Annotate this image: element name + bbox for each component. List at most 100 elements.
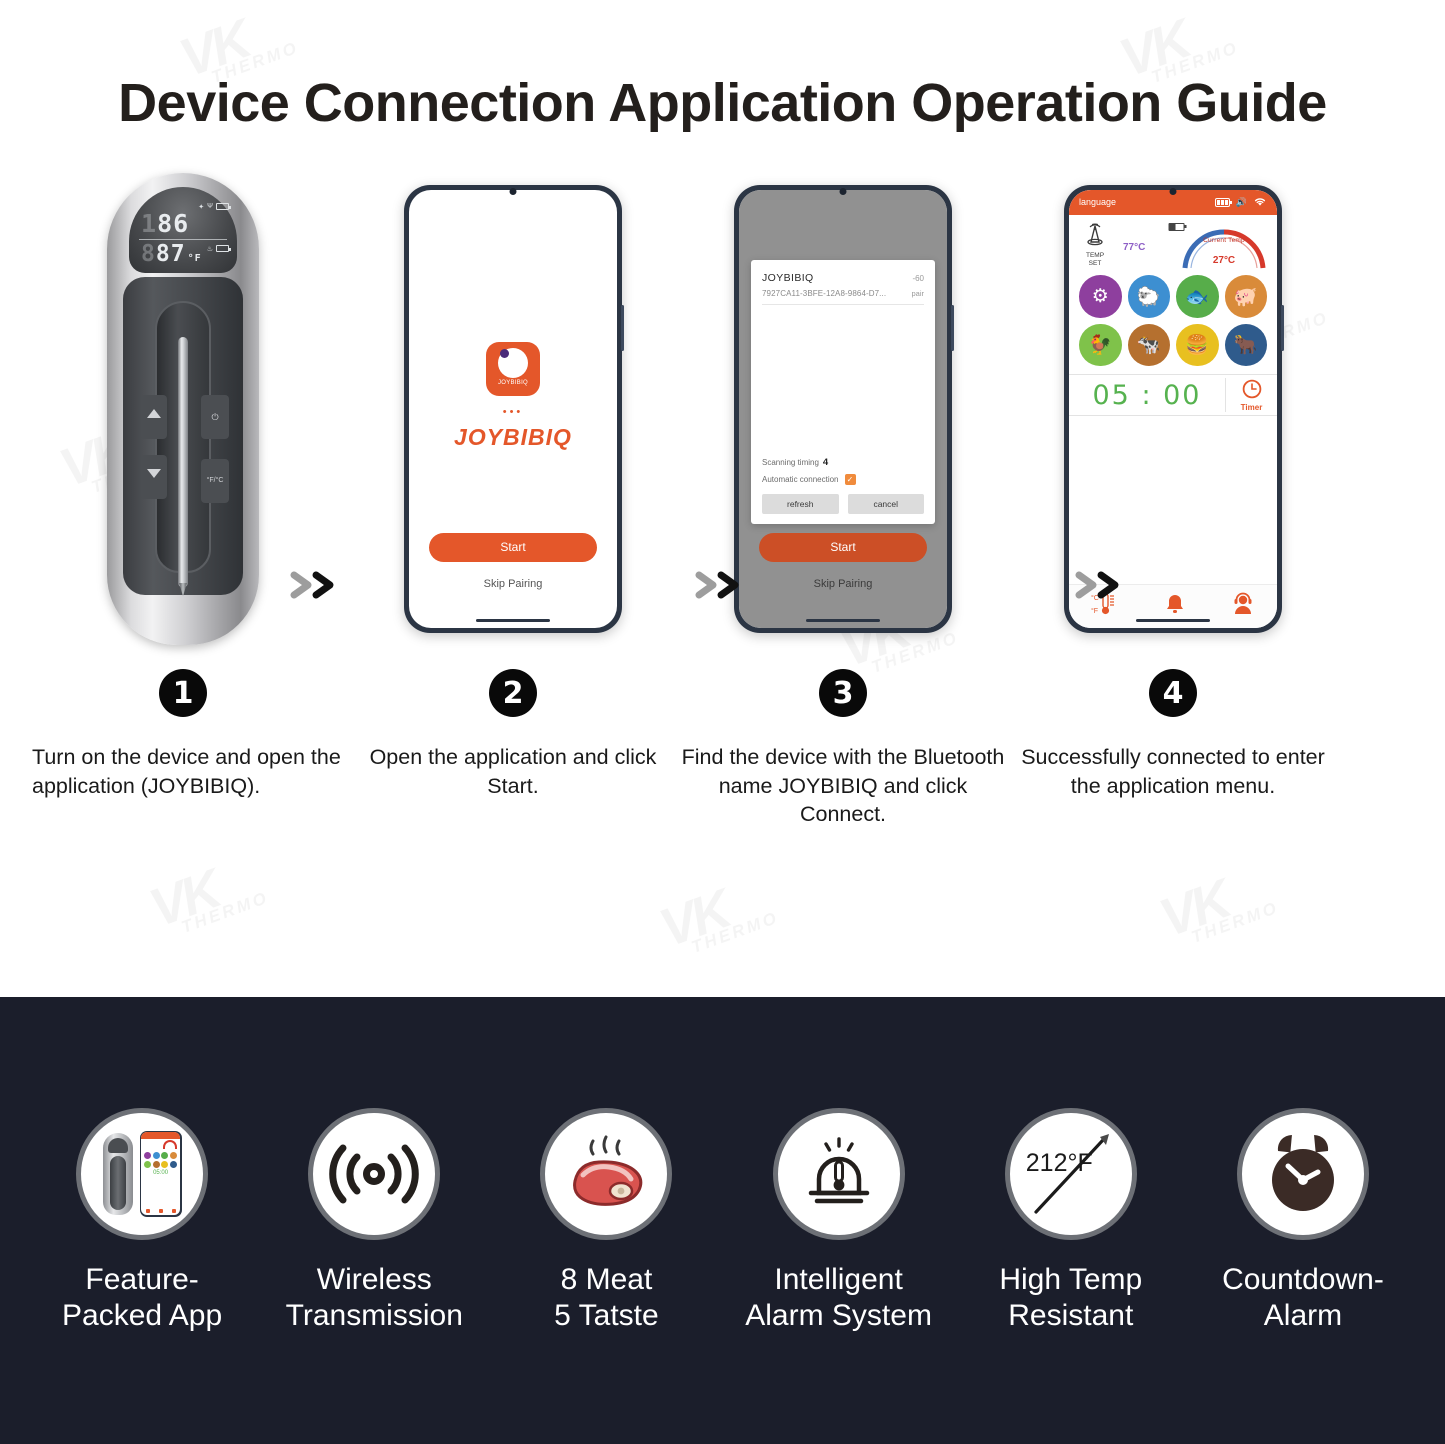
step-badge-2: 2 (489, 669, 537, 717)
step-badge-4: 4 (1149, 669, 1197, 717)
device-body: ⏻ °F/°C (123, 276, 243, 595)
mini-phone: 05:00 (139, 1130, 182, 1217)
app-icon[interactable]: JOYBIBIQ (486, 341, 540, 396)
step-2-stage: JOYBIBIQ ••• JOYBIBIQ Start Skip Pairing (348, 166, 678, 651)
wireless-icon (308, 1107, 441, 1240)
scanning-timing-label: Scanning timing (762, 457, 819, 467)
probe-label-line2: SET (1088, 259, 1102, 267)
alarm-icon: ♨ (206, 245, 213, 253)
bluetooth-icon: ✦ (198, 203, 205, 211)
start-button[interactable]: Start (429, 532, 597, 562)
automatic-connection-label: Automatic connection (762, 474, 839, 484)
menu-content-area (1069, 416, 1277, 584)
step-1: ✦ Ψ 1 86 8 87 °F ♨ ⏻ °F/°C 1 Turn on the… (18, 166, 348, 829)
language-button[interactable]: language (1079, 197, 1116, 207)
status-icons: 🔊 (1214, 196, 1267, 209)
timer-row: 05 : 00 Timer (1069, 374, 1277, 417)
temperature-summary: TEMP SET 77°C Current Temp 27°C (1069, 215, 1277, 270)
meat-cell-lamb[interactable]: 🐑 (1127, 275, 1170, 318)
set-temperature-value: 77 (1123, 242, 1135, 254)
meat-cell-chicken[interactable]: 🐓 (1079, 323, 1122, 367)
meat-cell-beef[interactable]: 🐂 (1224, 323, 1267, 367)
signal-strength: -60 (912, 273, 924, 283)
device-screen: ✦ Ψ 1 86 8 87 °F ♨ (129, 186, 237, 273)
set-temperature[interactable]: 77°C (1123, 232, 1145, 256)
svg-text:°F: °F (1091, 607, 1098, 615)
camera-notch (1169, 187, 1177, 195)
meat-cell-pork[interactable]: 🐖 (1224, 275, 1267, 318)
pair-label[interactable]: pair (911, 289, 924, 298)
countdown-icon (1236, 1107, 1369, 1240)
lcd-status-icons: ✦ Ψ (198, 203, 231, 211)
lcd-top-value: 86 (157, 209, 190, 238)
device-uuid: 7927CA11-3BFE-12A8-9864-D7... (762, 288, 887, 298)
watermark: VKTHERMO (142, 859, 272, 939)
automatic-connection-row[interactable]: Automatic connection ✓ (762, 473, 924, 485)
feature-strip: 05:00 Feature- Packed App Wireless Trans (0, 997, 1445, 1444)
feature-label-countdown: Countdown- Alarm (1222, 1262, 1384, 1332)
camera-notch (839, 187, 847, 195)
step-arrow-1 (290, 570, 344, 600)
step-caption-2: Open the application and click Start. (369, 745, 657, 798)
thermometer-device: ✦ Ψ 1 86 8 87 °F ♨ ⏻ °F/°C (107, 172, 259, 645)
feature-high-temp: 212°F High Temp Resistant (955, 1107, 1187, 1334)
up-button[interactable] (141, 394, 167, 439)
cancel-button[interactable]: cancel (847, 493, 924, 514)
home-indicator (476, 618, 550, 622)
probe-label-line1: TEMP (1085, 251, 1105, 259)
meat-selection-grid: ⚙ 🐑 🐟 🐖 🐓 🐄 🍔 🐂 (1069, 269, 1277, 374)
feature-label-wireless: Wireless Transmission (285, 1262, 463, 1332)
feature-alarm-system: Intelligent Alarm System (723, 1107, 955, 1334)
burger-icon: 🍔 (1185, 335, 1210, 357)
meat-cell-fish[interactable]: 🐟 (1176, 275, 1219, 318)
step-caption-4: Successfully connected to enter the appl… (1021, 745, 1325, 798)
bull-icon: 🐂 (1233, 335, 1258, 357)
temperature-probe (178, 336, 188, 587)
app-icon-graphic (498, 348, 528, 378)
down-button[interactable] (141, 454, 167, 499)
skip-pairing-link[interactable]: Skip Pairing (409, 578, 617, 590)
step-caption-3: Find the device with the Bluetooth name … (681, 745, 1005, 827)
meat-cell-veal[interactable]: 🐄 (1127, 323, 1170, 367)
speaker-icon[interactable]: 🔊 (1236, 197, 1247, 208)
meat-cell-burger[interactable]: 🍔 (1176, 323, 1219, 367)
battery-icon-2 (216, 245, 231, 252)
refresh-button[interactable]: refresh (762, 493, 839, 514)
watermark: VKTHERMO (652, 879, 782, 959)
step-4-stage: language 🔊 TEMP SET 77°C Current Temp 27… (1008, 166, 1338, 651)
fish-icon: 🐟 (1185, 286, 1210, 308)
step-badge-1: 1 (159, 669, 207, 717)
bell-icon[interactable] (1163, 592, 1187, 621)
current-temp-gauge: Current Temp 27°C (1179, 228, 1269, 269)
device-uuid-row[interactable]: 7927CA11-3BFE-12A8-9864-D7... pair (762, 289, 924, 305)
unit-toggle-button[interactable]: °F/°C (201, 458, 229, 503)
page-title: Device Connection Application Operation … (118, 73, 1327, 133)
lcd-divider (139, 239, 227, 240)
timer-label: Timer (1240, 403, 1263, 413)
phone-bluetooth: JOYBIBIQ -60 7927CA11-3BFE-12A8-9864-D7.… (734, 184, 954, 633)
meat-icon (540, 1107, 673, 1240)
step-2: JOYBIBIQ ••• JOYBIBIQ Start Skip Pairing… (348, 166, 678, 829)
support-icon[interactable] (1231, 592, 1255, 621)
high-temp-icon: 212°F (1004, 1107, 1137, 1240)
start-button[interactable]: Start (759, 532, 927, 562)
skip-pairing-link[interactable]: Skip Pairing (739, 578, 947, 590)
app-phone-icon: 05:00 (76, 1107, 209, 1240)
camera-notch (509, 187, 517, 195)
power-button[interactable]: ⏻ (201, 394, 229, 439)
probe-set-icon[interactable]: TEMP SET (1077, 222, 1113, 268)
timer-button[interactable]: Timer (1225, 378, 1277, 413)
app-icon-label: JOYBIBIQ (497, 380, 529, 386)
wifi-icon (1253, 196, 1267, 209)
lcd-top-ghost: 1 (141, 209, 158, 238)
phone-screen-4: language 🔊 TEMP SET 77°C Current Temp 27… (1069, 189, 1277, 628)
chicken-icon: 🐓 (1088, 335, 1113, 357)
device-name-row[interactable]: JOYBIBIQ -60 (762, 272, 924, 284)
alarm-system-icon (772, 1107, 905, 1240)
meat-cell-program[interactable]: ⚙ (1079, 275, 1122, 318)
timer-value[interactable]: 05 : 00 (1069, 380, 1225, 411)
scanning-timing-row: Scanning timing 4 (762, 457, 924, 468)
bluetooth-device-name: JOYBIBIQ (762, 271, 814, 284)
automatic-connection-checkbox[interactable]: ✓ (844, 473, 856, 485)
mini-device (102, 1132, 133, 1215)
